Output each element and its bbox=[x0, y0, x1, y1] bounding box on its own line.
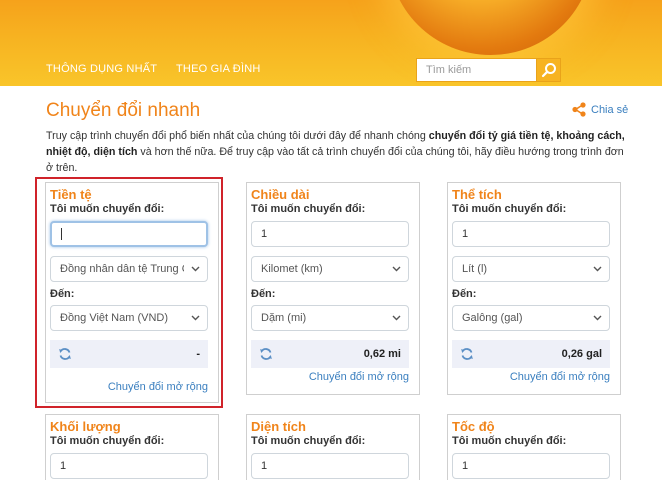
advanced-conversion-link[interactable]: Chuyển đổi mở rộng bbox=[510, 371, 610, 383]
from-label: Tôi muốn chuyển đổi: bbox=[452, 203, 567, 215]
to-unit-value: Dặm (mi) bbox=[261, 312, 307, 324]
converter-card-length: Chiều dài Tôi muốn chuyển đổi: 1 Kilomet… bbox=[246, 182, 420, 395]
intro-text: Truy cập trình chuyển đổi phổ biến nhất … bbox=[46, 128, 626, 176]
from-label: Tôi muốn chuyển đổi: bbox=[251, 203, 366, 215]
refresh-icon[interactable] bbox=[259, 347, 273, 361]
amount-input[interactable]: 1 bbox=[251, 453, 409, 479]
result-bar: - bbox=[50, 340, 208, 368]
card-title: Tiền tệ bbox=[50, 187, 92, 202]
advanced-conversion-link[interactable]: Chuyển đổi mở rộng bbox=[108, 381, 208, 393]
card-title: Tốc độ bbox=[452, 419, 495, 434]
card-title: Thể tích bbox=[452, 187, 502, 202]
from-unit-value: Kilomet (km) bbox=[261, 263, 323, 275]
chevron-down-icon bbox=[392, 266, 401, 272]
amount-input[interactable]: 1 bbox=[50, 453, 208, 479]
nav-item-most-popular[interactable]: THÔNG DỤNG NHẤT bbox=[46, 63, 157, 75]
advanced-conversion-link[interactable]: Chuyển đổi mở rộng bbox=[309, 371, 409, 383]
converter-card-volume: Thể tích Tôi muốn chuyển đổi: 1 Lít (l) … bbox=[447, 182, 621, 395]
chevron-down-icon bbox=[191, 266, 200, 272]
to-unit-select[interactable]: Galông (gal) bbox=[452, 305, 610, 331]
result-value: 0,26 gal bbox=[561, 348, 602, 360]
from-label: Tôi muốn chuyển đổi: bbox=[452, 435, 567, 447]
site-header: THÔNG DỤNG NHẤT THEO GIA ĐÌNH bbox=[0, 0, 662, 86]
result-bar: 0,62 mi bbox=[251, 340, 409, 368]
share-label: Chia sẻ bbox=[591, 103, 629, 116]
to-unit-select[interactable]: Đồng Việt Nam (VND) bbox=[50, 305, 208, 331]
to-label: Đến: bbox=[251, 288, 276, 300]
amount-input[interactable]: 1 bbox=[452, 453, 610, 479]
result-value: 0,62 mi bbox=[363, 348, 401, 360]
nav-item-by-family[interactable]: THEO GIA ĐÌNH bbox=[176, 63, 261, 75]
from-label: Tôi muốn chuyển đổi: bbox=[251, 435, 366, 447]
from-label: Tôi muốn chuyển đổi: bbox=[50, 203, 165, 215]
from-unit-select[interactable]: Lít (l) bbox=[452, 256, 610, 282]
to-label: Đến: bbox=[50, 288, 75, 300]
card-title: Khối lượng bbox=[50, 419, 121, 434]
converter-card-mass: Khối lượng Tôi muốn chuyển đổi: 1 bbox=[45, 414, 219, 480]
result-bar: 0,26 gal bbox=[452, 340, 610, 368]
amount-input[interactable] bbox=[50, 221, 208, 247]
result-value: - bbox=[196, 348, 200, 360]
to-unit-value: Đồng Việt Nam (VND) bbox=[60, 312, 168, 324]
intro-part-1: Truy cập trình chuyển đổi phổ biến nhất … bbox=[46, 130, 429, 142]
search-icon bbox=[541, 63, 556, 78]
chevron-down-icon bbox=[593, 266, 602, 272]
from-unit-select[interactable]: Đồng nhân dân tệ Trung Quốc (CNY) bbox=[50, 256, 208, 282]
page-title: Chuyển đổi nhanh bbox=[46, 100, 201, 121]
share-icon bbox=[572, 102, 586, 117]
to-unit-select[interactable]: Dặm (mi) bbox=[251, 305, 409, 331]
to-label: Đến: bbox=[452, 288, 477, 300]
from-unit-value: Đồng nhân dân tệ Trung Quốc (CNY) bbox=[60, 263, 184, 275]
converter-card-area: Diện tích Tôi muốn chuyển đổi: 1 bbox=[246, 414, 420, 480]
text-caret bbox=[61, 228, 62, 241]
sun-graphic bbox=[388, 0, 593, 55]
from-unit-select[interactable]: Kilomet (km) bbox=[251, 256, 409, 282]
from-label: Tôi muốn chuyển đổi: bbox=[50, 435, 165, 447]
search-box bbox=[416, 58, 561, 82]
from-unit-value: Lít (l) bbox=[462, 263, 488, 275]
converter-card-currency: Tiền tệ Tôi muốn chuyển đổi: Đồng nhân d… bbox=[45, 182, 219, 403]
amount-input[interactable]: 1 bbox=[251, 221, 409, 247]
share-button[interactable]: Chia sẻ bbox=[572, 102, 628, 117]
card-title: Diện tích bbox=[251, 419, 306, 434]
chevron-down-icon bbox=[191, 315, 200, 321]
to-unit-value: Galông (gal) bbox=[462, 312, 523, 324]
amount-input[interactable]: 1 bbox=[452, 221, 610, 247]
main-nav: THÔNG DỤNG NHẤT THEO GIA ĐÌNH bbox=[0, 52, 662, 86]
chevron-down-icon bbox=[392, 315, 401, 321]
refresh-icon[interactable] bbox=[460, 347, 474, 361]
refresh-icon[interactable] bbox=[58, 347, 72, 361]
card-title: Chiều dài bbox=[251, 187, 310, 202]
converter-card-speed: Tốc độ Tôi muốn chuyển đổi: 1 bbox=[447, 414, 621, 480]
chevron-down-icon bbox=[593, 315, 602, 321]
search-button[interactable] bbox=[536, 59, 560, 81]
search-input[interactable] bbox=[417, 59, 536, 81]
